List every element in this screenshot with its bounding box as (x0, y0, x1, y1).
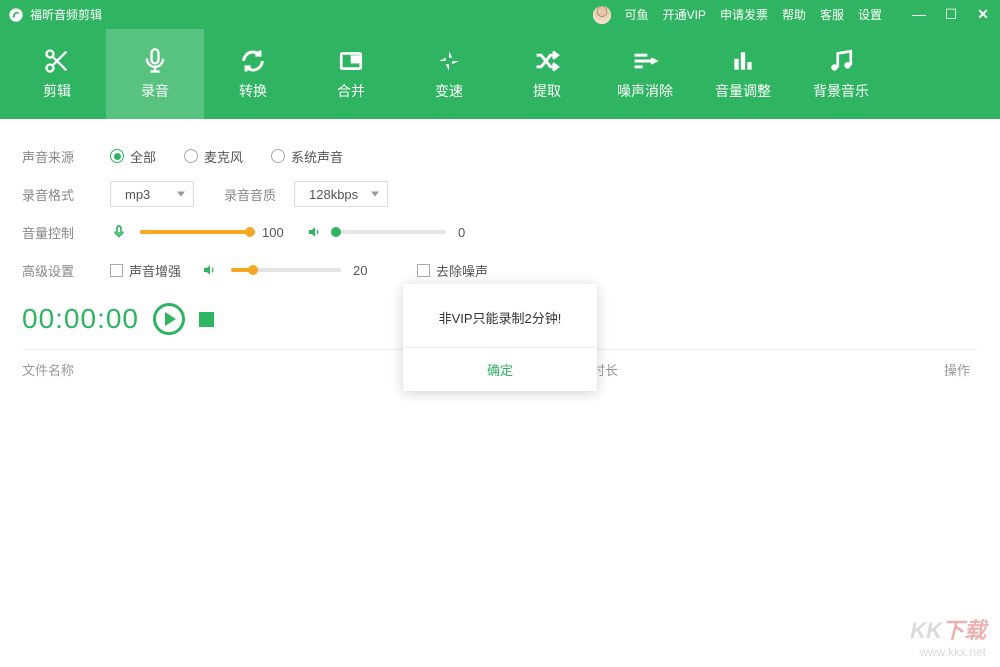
service-link[interactable]: 客服 (820, 6, 844, 23)
checkbox-icon (110, 264, 123, 277)
tool-cut[interactable]: 剪辑 (8, 29, 106, 119)
radio-label: 系统声音 (291, 147, 343, 166)
speaker-small-icon (201, 261, 219, 279)
app-logo-icon (8, 7, 24, 23)
avatar[interactable] (593, 6, 611, 24)
tool-bgm[interactable]: 背景音乐 (792, 29, 890, 119)
tool-label: 变速 (435, 81, 463, 101)
minimize-button[interactable]: — (912, 6, 926, 23)
modal-confirm-button[interactable]: 确定 (403, 348, 597, 391)
wm-url: www.kkx.net (919, 645, 986, 659)
settings-link[interactable]: 设置 (858, 6, 882, 23)
titlebar: 福昕音频剪辑 可鱼 开通VIP 申请发票 帮助 客服 设置 — ☐ ✕ (0, 0, 1000, 29)
quality-value: 128kbps (309, 187, 358, 202)
tool-denoise[interactable]: 噪声消除 (596, 29, 694, 119)
quality-label: 录音音质 (224, 185, 276, 204)
tool-record[interactable]: 录音 (106, 29, 204, 119)
wm-text1: KK (910, 618, 942, 643)
radio-dot-icon (110, 149, 124, 163)
user-name[interactable]: 可鱼 (625, 6, 649, 23)
scissors-icon (43, 47, 71, 75)
radio-circle-icon (271, 149, 285, 163)
window-controls: — ☐ ✕ (912, 6, 990, 23)
app-title: 福昕音频剪辑 (30, 6, 102, 23)
speaker-small-icon (306, 223, 324, 241)
tool-label: 噪声消除 (617, 81, 673, 101)
tool-speed[interactable]: 变速 (400, 29, 498, 119)
col-duration: 时长 (592, 360, 852, 379)
modal-message: 非VIP只能录制2分钟! (403, 284, 597, 348)
radio-mic[interactable]: 麦克风 (184, 147, 243, 166)
watermark: KK下载 www.kkx.net (910, 613, 986, 659)
timer-display: 00:00:00 (22, 303, 139, 335)
tool-extract[interactable]: 提取 (498, 29, 596, 119)
vip-limit-modal: 非VIP只能录制2分钟! 确定 (403, 284, 597, 391)
header-links: 可鱼 开通VIP 申请发票 帮助 客服 设置 — ☐ ✕ (593, 6, 990, 24)
advanced-label: 高级设置 (22, 261, 92, 280)
tool-label: 音量调整 (715, 81, 771, 101)
radio-all[interactable]: 全部 (110, 147, 156, 166)
record-stop-button[interactable] (199, 312, 214, 327)
speed-icon (435, 47, 463, 75)
tool-label: 合并 (337, 81, 365, 101)
record-play-button[interactable] (153, 303, 185, 335)
radio-label: 全部 (130, 147, 156, 166)
row-format: 录音格式 mp3 录音音质 128kbps (22, 175, 978, 213)
radio-system[interactable]: 系统声音 (271, 147, 343, 166)
enhance-label: 声音增强 (129, 261, 181, 280)
denoise-icon (631, 47, 659, 75)
enhance-value: 20 (353, 263, 387, 278)
mic-small-icon (110, 223, 128, 241)
checkbox-icon (417, 264, 430, 277)
merge-icon (337, 47, 365, 75)
denoise-label: 去除噪声 (436, 261, 488, 280)
format-value: mp3 (125, 187, 150, 202)
enhance-checkbox[interactable]: 声音增强 (110, 261, 181, 280)
maximize-button[interactable]: ☐ (944, 6, 958, 23)
wm-text2: 下载 (942, 618, 986, 643)
tool-label: 转换 (239, 81, 267, 101)
vip-link[interactable]: 开通VIP (663, 6, 706, 23)
speaker-volume-value: 0 (458, 225, 492, 240)
volume-label: 音量控制 (22, 223, 92, 242)
tool-label: 背景音乐 (813, 81, 869, 101)
mic-volume-value: 100 (262, 225, 296, 240)
row-source: 声音来源 全部 麦克风 系统声音 (22, 137, 978, 175)
mic-volume-slider[interactable] (140, 230, 250, 234)
refresh-icon (239, 47, 267, 75)
tool-volume[interactable]: 音量调整 (694, 29, 792, 119)
format-label: 录音格式 (22, 185, 92, 204)
col-operation: 操作 (852, 360, 978, 379)
radio-circle-icon (184, 149, 198, 163)
close-button[interactable]: ✕ (976, 6, 990, 23)
enhance-slider[interactable] (231, 268, 341, 272)
tool-label: 剪辑 (43, 81, 71, 101)
quality-select[interactable]: 128kbps (294, 181, 388, 207)
tool-label: 提取 (533, 81, 561, 101)
source-label: 声音来源 (22, 147, 92, 166)
format-select[interactable]: mp3 (110, 181, 194, 207)
invoice-link[interactable]: 申请发票 (720, 6, 768, 23)
row-volume: 音量控制 100 0 (22, 213, 978, 251)
music-icon (827, 47, 855, 75)
help-link[interactable]: 帮助 (782, 6, 806, 23)
denoise-checkbox[interactable]: 去除噪声 (417, 261, 488, 280)
shuffle-icon (533, 47, 561, 75)
mic-icon (141, 47, 169, 75)
radio-label: 麦克风 (204, 147, 243, 166)
source-radio-group: 全部 麦克风 系统声音 (110, 147, 343, 166)
main-toolbar: 剪辑 录音 转换 合并 变速 提取 噪声消除 音量调整 背景音乐 (0, 29, 1000, 119)
tool-label: 录音 (141, 81, 169, 101)
bars-icon (729, 47, 757, 75)
tool-convert[interactable]: 转换 (204, 29, 302, 119)
tool-merge[interactable]: 合并 (302, 29, 400, 119)
speaker-volume-slider[interactable] (336, 230, 446, 234)
